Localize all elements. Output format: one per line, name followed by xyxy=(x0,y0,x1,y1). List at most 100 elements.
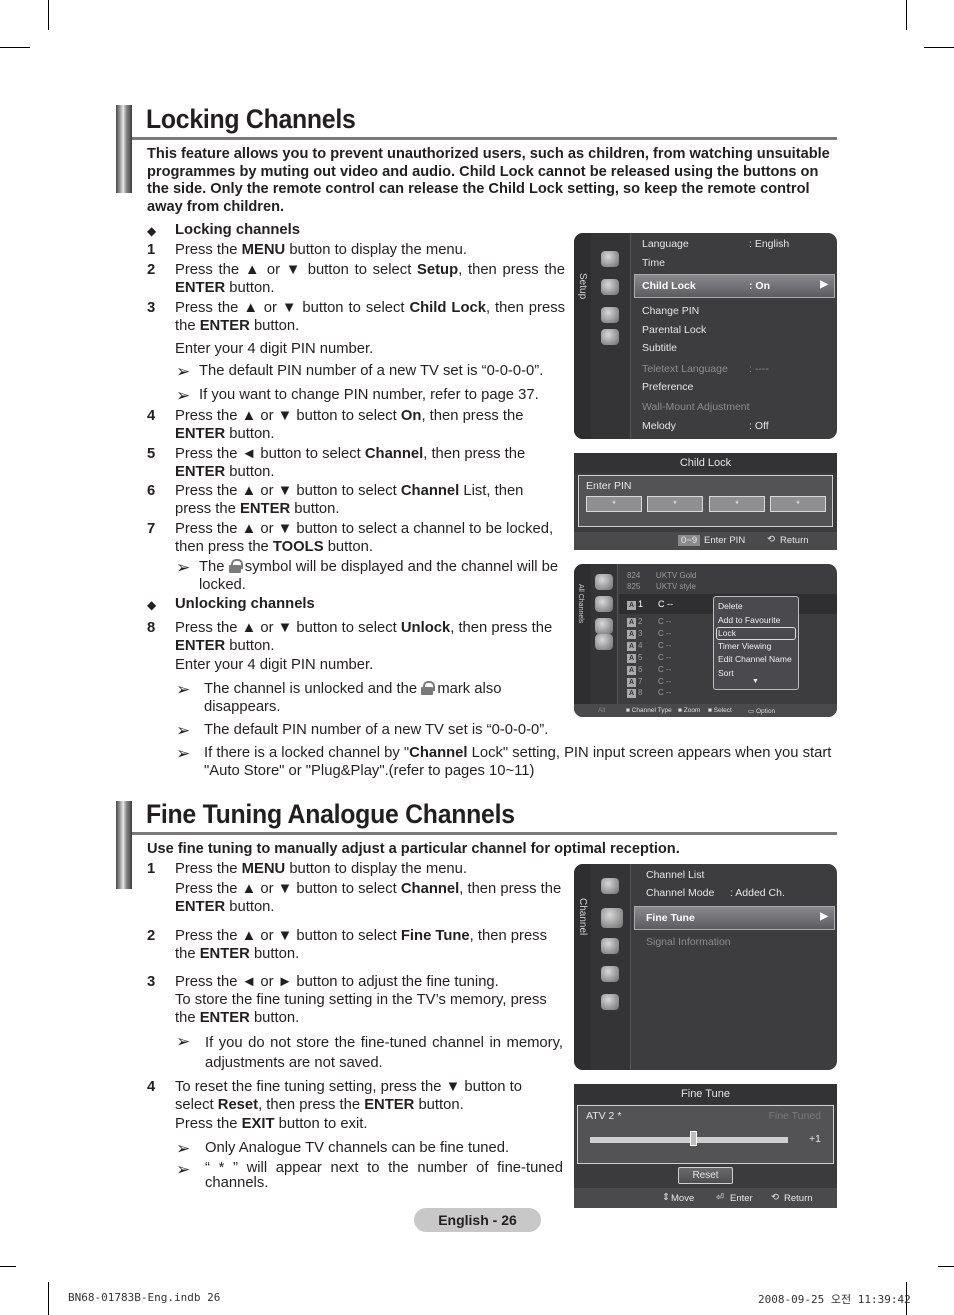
pin-digit-field[interactable]: * xyxy=(770,496,826,512)
enter-pin-hint: Enter PIN xyxy=(704,535,746,546)
return-hint[interactable]: Return xyxy=(784,1193,813,1204)
channel-row-selected[interactable]: A1 C -- xyxy=(627,599,673,610)
channel-row[interactable]: A6 C -- xyxy=(627,665,671,675)
menu-item-preference[interactable]: Preference xyxy=(642,381,693,393)
step-7: Press the ▲ or ▼ button to select a chan… xyxy=(175,521,554,555)
note-arrow-icon: ➢ xyxy=(176,680,191,699)
menu-item-time[interactable]: Time xyxy=(642,257,665,269)
step-number: 1 xyxy=(147,242,156,258)
channel-row[interactable]: 825 UKTV style xyxy=(627,582,696,591)
return-hint[interactable]: Return xyxy=(780,535,809,546)
note-locked-channel: If there is a locked channel by "Channel… xyxy=(204,745,832,779)
fine-tuned-status: Fine Tuned xyxy=(768,1110,821,1122)
popup-item-add-favourite[interactable]: Add to Favourite xyxy=(718,615,780,625)
popup-item-sort[interactable]: Sort xyxy=(718,668,734,678)
dialog-title: Child Lock xyxy=(574,453,837,473)
section-intro-fine-tuning: Use fine tuning to manually adjust a par… xyxy=(147,841,680,857)
channel-menu-screenshot: Channel Channel List Channel Mode: Added… xyxy=(574,864,837,1070)
channel-row[interactable]: A8 C -- xyxy=(627,688,671,698)
numeric-key-hint: 0~9 xyxy=(678,535,701,546)
menu-item-wall-mount: Wall-Mount Adjustment xyxy=(642,401,750,413)
channel-row[interactable]: A2 C -- xyxy=(627,617,671,627)
channel-row[interactable]: A5 C -- xyxy=(627,653,671,663)
diamond-bullet-icon: ◆ xyxy=(147,224,157,238)
popup-item-edit-name[interactable]: Edit Channel Name xyxy=(718,654,792,664)
menu-item-signal-info: Signal Information xyxy=(646,936,731,948)
menu-item-subtitle[interactable]: Subtitle xyxy=(642,342,677,354)
enter-icon: ⏎ xyxy=(716,1192,724,1203)
step-number: 3 xyxy=(147,974,156,990)
section-bar xyxy=(116,105,132,193)
crop-mark xyxy=(924,47,954,48)
menu-item-channel-list[interactable]: Channel List xyxy=(646,869,704,881)
child-lock-dialog: Child Lock Enter PIN * * * * 0~9 Enter P… xyxy=(574,453,837,550)
page-number-badge: English - 26 xyxy=(414,1208,541,1232)
application-icon xyxy=(601,329,619,345)
crop-mark xyxy=(48,0,49,30)
satellite-icon xyxy=(595,574,613,590)
fine-tune-value: +1 xyxy=(809,1133,821,1145)
section-title-fine-tuning: Fine Tuning Analogue Channels xyxy=(146,799,515,829)
return-icon: ⟲ xyxy=(771,1192,779,1203)
menu-item-fine-tune[interactable]: Fine Tune ▶ xyxy=(634,906,835,930)
fine-step-1b: Press the ▲ or ▼ button to select Channe… xyxy=(175,881,562,915)
setup-menu-screenshot: Setup Language: English Time Child Lock … xyxy=(574,233,837,439)
input-icon xyxy=(601,966,619,982)
menu-item-parental-lock[interactable]: Parental Lock xyxy=(642,324,706,336)
footer-channel-type[interactable]: ■ Channel Type xyxy=(626,707,672,714)
popup-item-timer-viewing[interactable]: Timer Viewing xyxy=(718,641,771,651)
footer-file-name: BN68-01783B-Eng.indb 26 xyxy=(68,1291,221,1304)
arrow-right-icon: ▶ xyxy=(820,279,828,290)
fine-step-3b: To store the fine tuning setting in the … xyxy=(175,992,547,1026)
section-title-locking: Locking Channels xyxy=(146,104,356,134)
section-rule xyxy=(132,832,837,835)
step-5: Press the ◄ button to select Channel, th… xyxy=(175,446,526,480)
note-arrow-icon: ➢ xyxy=(176,1139,191,1158)
arrow-right-icon: ▶ xyxy=(820,911,828,922)
section-intro-locking: This feature allows you to prevent unaut… xyxy=(147,146,830,215)
fine-tune-slider-thumb[interactable] xyxy=(689,1131,697,1146)
note-unlocked: The channel is unlocked and the mark als… xyxy=(204,681,502,715)
channel-row[interactable]: 824 UKTV Gold xyxy=(627,571,696,580)
menu-item-channel-mode[interactable]: Channel Mode: Added Ch. xyxy=(646,887,785,899)
note-arrow-icon: ➢ xyxy=(176,362,191,381)
step-6: Press the ▲ or ▼ button to select Channe… xyxy=(175,483,524,517)
menu-item-language[interactable]: Language: English xyxy=(642,238,789,250)
note-arrow-icon: ➢ xyxy=(176,386,191,405)
step-number: 3 xyxy=(147,300,156,316)
channel-list-footer: All ■ Channel Type ■ Zoom ■ Select ▭ Opt… xyxy=(574,704,837,717)
menu-item-change-pin[interactable]: Change PIN xyxy=(642,305,699,317)
note-arrow-icon: ➢ xyxy=(176,558,191,577)
channel-row[interactable]: A7 C -- xyxy=(627,677,671,687)
footer-select[interactable]: ■ Select xyxy=(708,707,732,714)
reset-button[interactable]: Reset xyxy=(678,1167,733,1184)
subhead-unlocking: Unlocking channels xyxy=(175,596,315,612)
footer-zoom[interactable]: ■ Zoom xyxy=(678,707,700,714)
subhead-locking: Locking channels xyxy=(175,222,300,238)
note-default-pin: The default PIN number of a new TV set i… xyxy=(199,363,544,379)
crop-mark xyxy=(938,1266,954,1267)
step-2: Press the ▲ or ▼ button to select Setup,… xyxy=(175,262,565,296)
fine-step-1a: Press the MENU button to display the men… xyxy=(175,861,467,877)
input-icon xyxy=(601,307,619,323)
menu-item-child-lock[interactable]: Child Lock : On ▶ xyxy=(634,274,835,298)
scroll-down-icon[interactable]: ▼ xyxy=(752,678,759,685)
footer-option[interactable]: ▭ Option xyxy=(748,707,775,715)
channel-label: ATV 2 * xyxy=(586,1110,622,1122)
pin-digit-field[interactable]: * xyxy=(709,496,765,512)
pin-digit-field[interactable]: * xyxy=(586,496,642,512)
channel-row[interactable]: A3 C -- xyxy=(627,629,671,639)
step-number: 5 xyxy=(147,446,156,462)
step-8: Press the ▲ or ▼ button to select Unlock… xyxy=(175,620,553,654)
fine-step-4a: To reset the fine tuning setting, press … xyxy=(175,1079,522,1113)
diamond-bullet-icon: ◆ xyxy=(147,598,157,612)
channel-row[interactable]: A4 C -- xyxy=(627,641,671,651)
menu-item-melody[interactable]: Melody: Off xyxy=(642,420,769,432)
pin-digit-field[interactable]: * xyxy=(647,496,703,512)
enter-pin-instruction: Enter your 4 digit PIN number. xyxy=(175,341,374,357)
popup-item-lock[interactable]: Lock xyxy=(718,628,736,638)
section-rule xyxy=(132,137,837,140)
application-icon xyxy=(601,994,619,1010)
footer-timestamp: 2008-09-25 오전 11:39:42 xyxy=(758,1293,911,1306)
popup-item-delete[interactable]: Delete xyxy=(718,601,743,611)
